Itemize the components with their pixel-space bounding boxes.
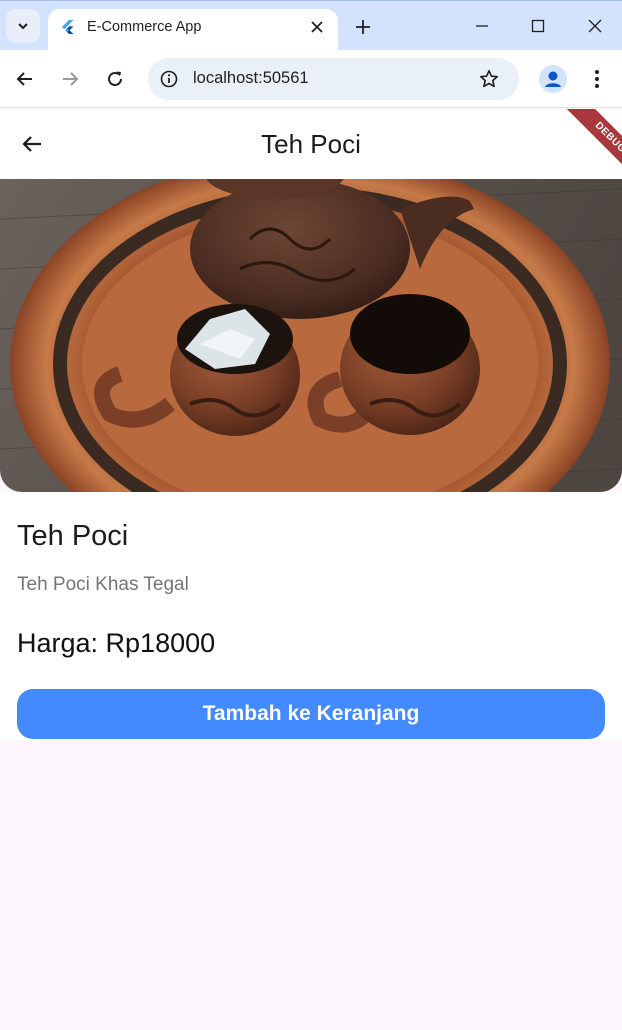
reload-icon[interactable] <box>101 65 129 93</box>
tab-search-icon[interactable] <box>6 9 40 43</box>
browser-tab[interactable]: E-Commerce App <box>48 9 338 51</box>
product-price: Harga: Rp18000 <box>17 628 216 658</box>
browser-tabstrip: E-Commerce App <box>0 0 622 51</box>
menu-dots-icon[interactable] <box>585 65 609 93</box>
back-arrow-icon[interactable] <box>11 65 39 93</box>
close-icon[interactable] <box>306 16 328 38</box>
maximize-icon[interactable] <box>526 14 550 38</box>
forward-arrow-icon[interactable] <box>56 65 84 93</box>
window-close-icon[interactable] <box>583 14 607 38</box>
info-icon[interactable] <box>158 68 180 90</box>
product-description: Teh Poci Khas Tegal <box>17 574 189 595</box>
star-icon[interactable] <box>477 67 501 91</box>
tab-title: E-Commerce App <box>87 19 202 35</box>
debug-label: DEBUG <box>564 109 622 179</box>
profile-icon[interactable] <box>539 65 567 93</box>
address-bar[interactable]: localhost:50561 <box>148 58 519 100</box>
product-name: Teh Poci <box>17 520 129 552</box>
product-image <box>0 179 622 492</box>
plus-icon[interactable] <box>350 14 376 40</box>
flutter-favicon <box>62 20 74 34</box>
app-bar: Teh Poci <box>0 109 622 179</box>
minimize-icon[interactable] <box>470 14 494 38</box>
page-title: Teh Poci <box>261 129 361 159</box>
browser-toolbar: localhost:50561 <box>0 50 622 108</box>
url-text[interactable]: localhost:50561 <box>193 69 309 88</box>
add-to-cart-button[interactable]: Tambah ke Keranjang <box>17 689 605 739</box>
debug-banner: DEBUG <box>555 109 622 179</box>
